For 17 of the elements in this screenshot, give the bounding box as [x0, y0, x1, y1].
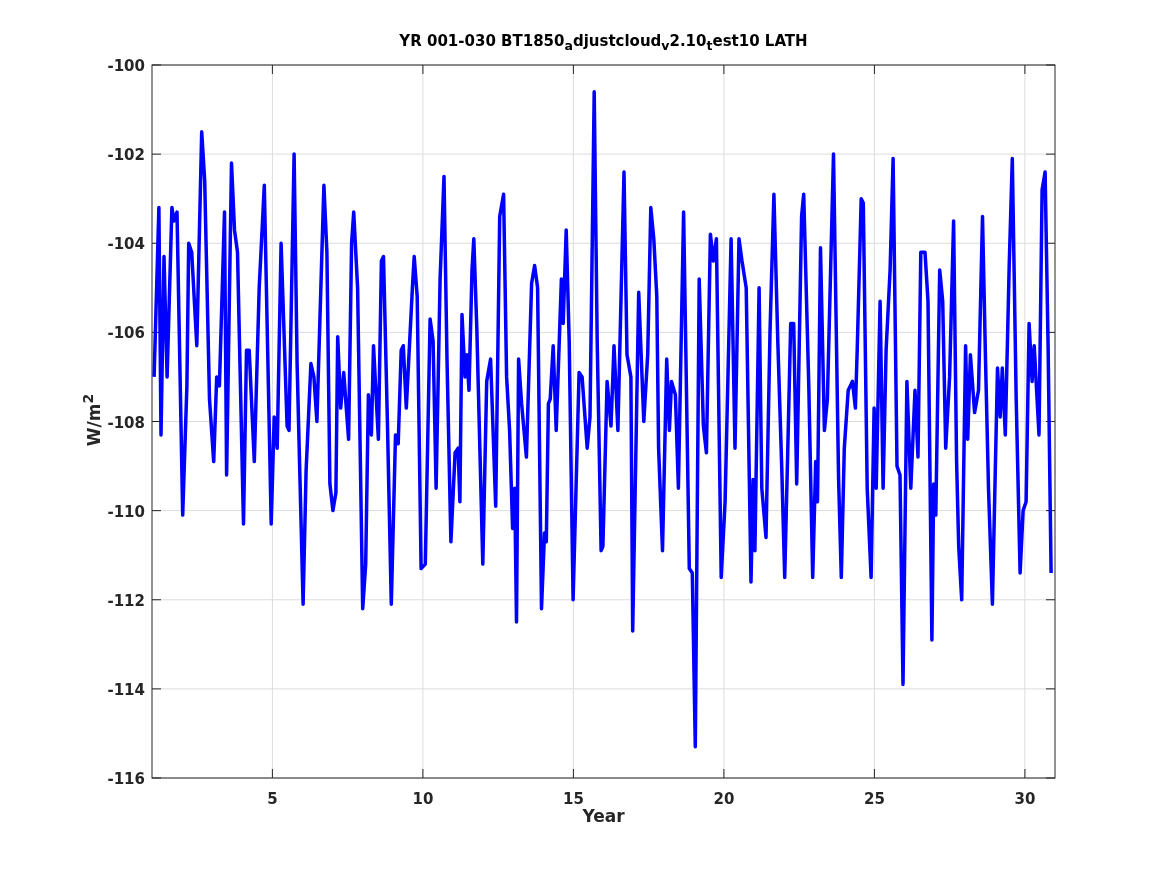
tick-label: -106 — [107, 324, 145, 343]
tick-label: -116 — [107, 770, 145, 788]
tick-label: 5 — [267, 790, 278, 808]
tick-label: 30 — [1014, 790, 1036, 808]
tick-label: 15 — [562, 790, 584, 808]
tick-label: -100 — [107, 57, 145, 75]
tick-label: -112 — [107, 591, 145, 610]
tick-label: -102 — [107, 146, 145, 165]
tick-label: -104 — [107, 235, 145, 254]
tick-label: -108 — [107, 413, 145, 432]
tick-label: -110 — [107, 502, 145, 521]
chart-title: YR 001-030 BT1850$_{a}$djustcloud$_{v}$2.10$_{t}$est10 LATH — [399, 32, 808, 50]
tick-label: -114 — [107, 680, 145, 699]
tick-label: 10 — [412, 790, 434, 808]
tick-label: 20 — [713, 790, 735, 808]
tick-label: 25 — [863, 790, 885, 808]
axis-label: Year — [582, 806, 625, 826]
